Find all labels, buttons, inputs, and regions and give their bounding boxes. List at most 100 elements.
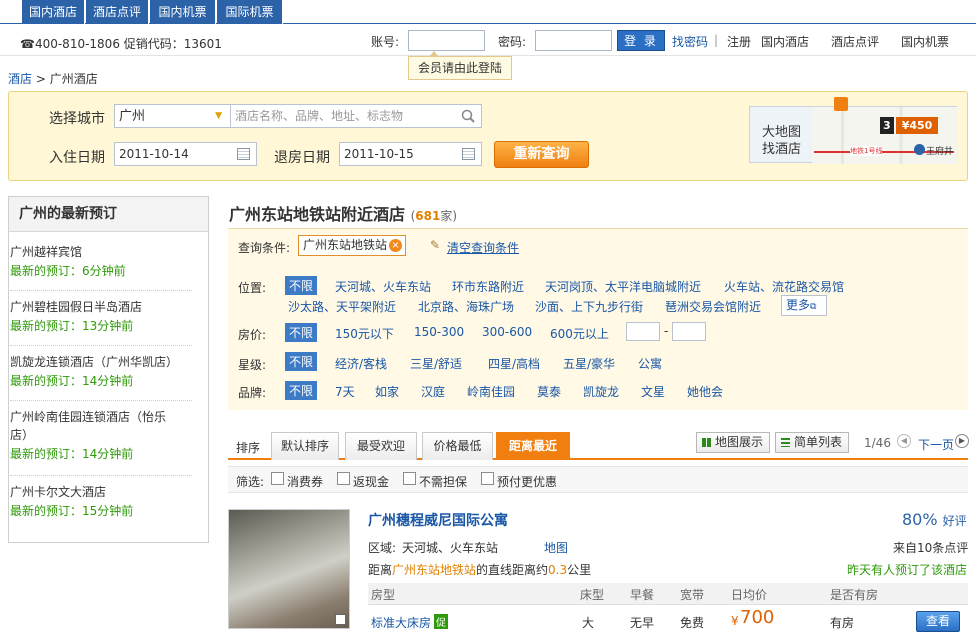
tab-international-flights[interactable]: 国际机票 [217, 0, 283, 24]
brand-option[interactable]: 如家 [375, 383, 399, 400]
star-option[interactable]: 五星/豪华 [563, 355, 615, 372]
sort-distance-tab[interactable]: 距离最近 [496, 432, 570, 460]
grid-icon [702, 438, 711, 447]
city-select[interactable]: 广州 ▼ [114, 104, 231, 128]
enlarge-icon[interactable] [335, 614, 346, 625]
keyword-input[interactable]: 酒店名称、品牌、地址、标志物 [230, 104, 482, 128]
list-item[interactable]: 广州卡尔文大酒店 最新的预订：15分钟前 [10, 483, 192, 531]
star-option[interactable]: 四星/高档 [488, 355, 540, 372]
map-search-box[interactable]: 地铁1号线 大地图 找酒店 3 ¥450 王府井 [749, 97, 958, 164]
sidebar-hotel-name[interactable]: 广州卡尔文大酒店 [10, 483, 192, 501]
star-option[interactable]: 经济/客栈 [335, 355, 387, 372]
calendar-icon[interactable] [462, 148, 475, 160]
checkbox-prepay[interactable] [481, 472, 494, 485]
brand-option[interactable]: 文星 [641, 383, 665, 400]
location-option[interactable]: 天河城、火车东站 [335, 278, 431, 295]
sidebar-hotel-name[interactable]: 广州碧桂园假日半岛酒店 [10, 298, 192, 316]
calendar-icon[interactable] [237, 148, 250, 160]
brand-option[interactable]: 岭南佳园 [467, 383, 515, 400]
separator: | [714, 33, 719, 47]
more-locations-button[interactable]: 更多⧉ [781, 295, 827, 316]
account-label: 账号: [371, 35, 400, 49]
sort-price-tab[interactable]: 价格最低 [422, 432, 493, 460]
checkbox-cashback[interactable] [337, 472, 350, 485]
header-link-flights[interactable]: 国内机票 [901, 33, 949, 50]
sidebar-hotel-name[interactable]: 广州岭南佳园连锁酒店（怡乐店） [10, 408, 175, 444]
forgot-password-link[interactable]: 找密码 [672, 33, 708, 50]
broadband-value: 免费 [680, 616, 705, 630]
list-view-button[interactable]: 简单列表 [775, 432, 849, 453]
col-broadband: 宽带 [680, 588, 705, 602]
brand-option[interactable]: 不限 [285, 381, 318, 400]
sidebar-hotel-name[interactable]: 凯旋龙连锁酒店（广州华凯店） [10, 353, 192, 371]
sort-popular-tab[interactable]: 最受欢迎 [345, 432, 417, 460]
tab-domestic-flights[interactable]: 国内机票 [150, 0, 216, 24]
location-option[interactable]: 天河岗顶、太平洋电脑城附近 [545, 278, 701, 295]
list-item[interactable]: 凯旋龙连锁酒店（广州华凯店） 最新的预订：14分钟前 [10, 353, 192, 401]
location-option[interactable]: 北京路、海珠广场 [418, 298, 514, 315]
close-icon[interactable]: × [389, 239, 403, 252]
sort-default-tab[interactable]: 默认排序 [271, 432, 339, 460]
price-option[interactable]: 150元以下 [335, 325, 394, 342]
brand-option[interactable]: 莫泰 [537, 383, 561, 400]
checkin-input[interactable]: 2011-10-14 [114, 142, 257, 166]
page-title-text: 广州东站地铁站附近酒店 [229, 205, 406, 224]
hotel-map-link[interactable]: 地图 [544, 539, 568, 556]
star-option[interactable]: 不限 [285, 352, 318, 371]
brand-option[interactable]: 7天 [335, 383, 355, 400]
location-option[interactable]: 沙面、上下九步行街 [535, 298, 643, 315]
price-min-input[interactable] [626, 322, 660, 341]
map-view-button[interactable]: 地图展示 [696, 432, 770, 453]
location-option[interactable]: 火车站、流花路交易馆 [724, 278, 844, 295]
sidebar-booking-time: 最新的预订：15分钟前 [10, 504, 134, 518]
header-link-hotel[interactable]: 国内酒店 [761, 33, 809, 50]
brand-option[interactable]: 她他会 [687, 383, 723, 400]
map-count: 3 [880, 117, 894, 134]
star-option[interactable]: 公寓 [638, 355, 662, 372]
top-nav: 国内酒店 酒店点评 国内机票 国际机票 [0, 0, 976, 24]
price-option[interactable]: 300-600 [482, 325, 532, 339]
tab-domestic-hotel[interactable]: 国内酒店 [22, 0, 85, 24]
tab-hotel-reviews[interactable]: 酒店点评 [86, 0, 149, 24]
checkbox-no-guarantee[interactable] [403, 472, 416, 485]
star-option[interactable]: 三星/舒适 [410, 355, 462, 372]
brand-option[interactable]: 凯旋龙 [583, 383, 619, 400]
clear-conditions-link[interactable]: 清空查询条件 [447, 239, 519, 256]
register-link[interactable]: 注册 [727, 33, 751, 50]
checkbox-label: 不需担保 [419, 475, 468, 489]
price-option[interactable]: 600元以上 [550, 325, 609, 342]
hotel-name-link[interactable]: 广州穗程威尼国际公寓 [368, 510, 508, 530]
review-count[interactable]: 来自10条点评 [893, 539, 968, 556]
next-page-link[interactable]: 下一页 [918, 436, 954, 453]
list-item[interactable]: 广州越祥宾馆 最新的预订：6分钟前 [10, 243, 192, 291]
list-item[interactable]: 广州碧桂园假日半岛酒店 最新的预订：13分钟前 [10, 298, 192, 346]
login-button[interactable]: 登 录 [617, 30, 665, 51]
brand-option[interactable]: 汉庭 [421, 383, 445, 400]
account-input[interactable] [408, 30, 485, 51]
header-link-reviews[interactable]: 酒店点评 [831, 33, 879, 50]
sidebar-hotel-name[interactable]: 广州越祥宾馆 [10, 243, 192, 261]
price-option[interactable]: 150-300 [414, 325, 464, 339]
next-page-icon[interactable]: ▶ [955, 434, 969, 448]
breadcrumb-root[interactable]: 酒店 [8, 72, 32, 86]
condition-tag[interactable]: 广州东站地铁站 × [298, 235, 407, 256]
hotel-photo[interactable] [228, 509, 350, 629]
password-input[interactable] [535, 30, 612, 51]
location-option[interactable]: 不限 [285, 276, 318, 295]
location-option[interactable]: 环市东路附近 [452, 278, 524, 295]
price-max-input[interactable] [672, 322, 706, 341]
password-label: 密码: [498, 35, 527, 49]
view-room-button[interactable]: 查看 [916, 611, 960, 632]
room-type-link[interactable]: 标准大床房 [371, 614, 431, 631]
result-count: (681家) [410, 209, 458, 223]
sidebar-booking-time: 最新的预订：13分钟前 [10, 319, 134, 333]
prev-page-icon[interactable]: ◀ [897, 434, 911, 448]
checkout-input[interactable]: 2011-10-15 [339, 142, 482, 166]
location-option[interactable]: 琶洲交易会馆附近 [665, 298, 761, 315]
requery-button[interactable]: 重新查询 [494, 141, 589, 168]
price-option[interactable]: 不限 [285, 323, 318, 342]
list-item[interactable]: 广州岭南佳园连锁酒店（怡乐店） 最新的预订：14分钟前 [10, 408, 192, 476]
col-price: 日均价 [731, 588, 768, 602]
location-option[interactable]: 沙太路、天平架附近 [288, 298, 396, 315]
checkbox-coupon[interactable] [271, 472, 284, 485]
